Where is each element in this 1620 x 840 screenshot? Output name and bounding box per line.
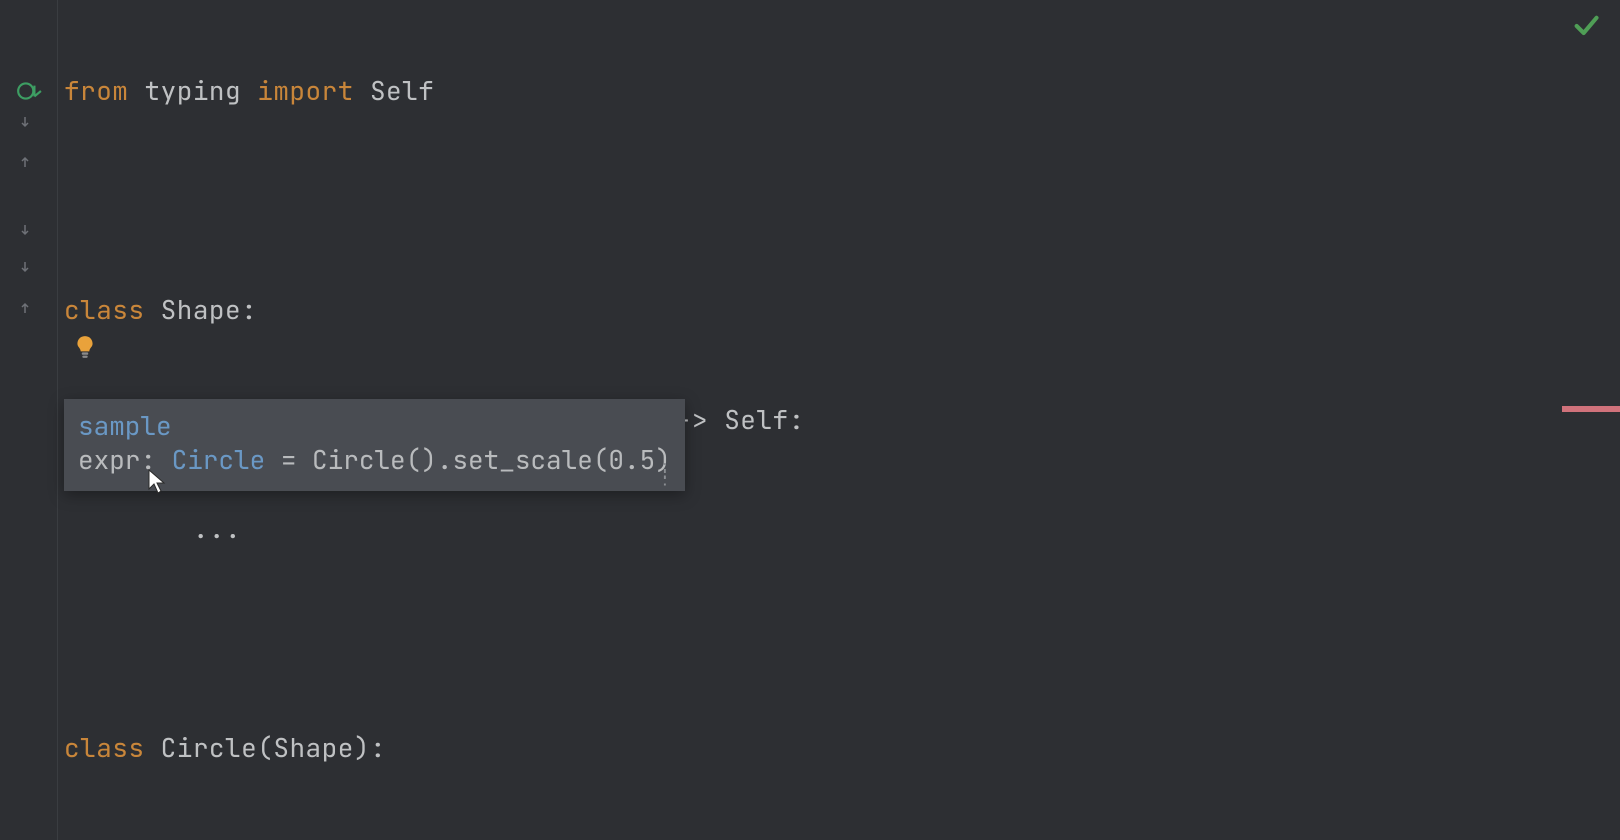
run-class-icon[interactable] <box>0 78 58 104</box>
keyword-class: class <box>64 292 145 327</box>
keyword-from: from <box>64 73 128 108</box>
return-type: Self <box>724 402 788 437</box>
module-name: typing <box>145 73 242 108</box>
ellipsis: ... <box>193 511 241 546</box>
fold-toggle-icon[interactable] <box>0 224 58 240</box>
fold-toggle-icon[interactable] <box>0 298 58 314</box>
punct: ( <box>257 730 273 765</box>
fold-toggle-icon[interactable] <box>0 261 58 277</box>
resize-grip-icon[interactable]: ⋮⋮ <box>656 467 675 483</box>
code-line[interactable]: class Shape: <box>64 292 1620 329</box>
code-line[interactable] <box>64 621 1620 658</box>
tooltip-title: sample <box>78 409 671 443</box>
code-line[interactable]: from typing import Self <box>64 73 1620 110</box>
imported-name: Self <box>370 73 434 108</box>
punct: : <box>789 402 805 437</box>
class-name: Circle <box>161 730 258 765</box>
code-line[interactable] <box>64 183 1620 220</box>
code-line[interactable]: ... <box>64 511 1620 548</box>
fold-toggle-icon[interactable] <box>0 116 58 132</box>
tooltip-inferred-type: Circle <box>172 442 266 477</box>
fold-toggle-icon[interactable] <box>0 152 58 168</box>
base-class: Shape <box>273 730 354 765</box>
code-editor[interactable]: from typing import Self class Shape: def… <box>0 0 1620 840</box>
mouse-cursor-icon <box>148 468 168 494</box>
keyword-class: class <box>64 730 145 765</box>
punct: : <box>241 292 257 327</box>
gutter <box>0 0 58 840</box>
punct: : <box>370 730 386 765</box>
tooltip-rest: = Circle().set_scale(0.5) <box>265 442 671 477</box>
keyword-import: import <box>257 73 354 108</box>
class-name: Shape <box>161 292 242 327</box>
code-line[interactable]: class Circle(Shape): <box>64 730 1620 767</box>
punct: ) <box>354 730 370 765</box>
